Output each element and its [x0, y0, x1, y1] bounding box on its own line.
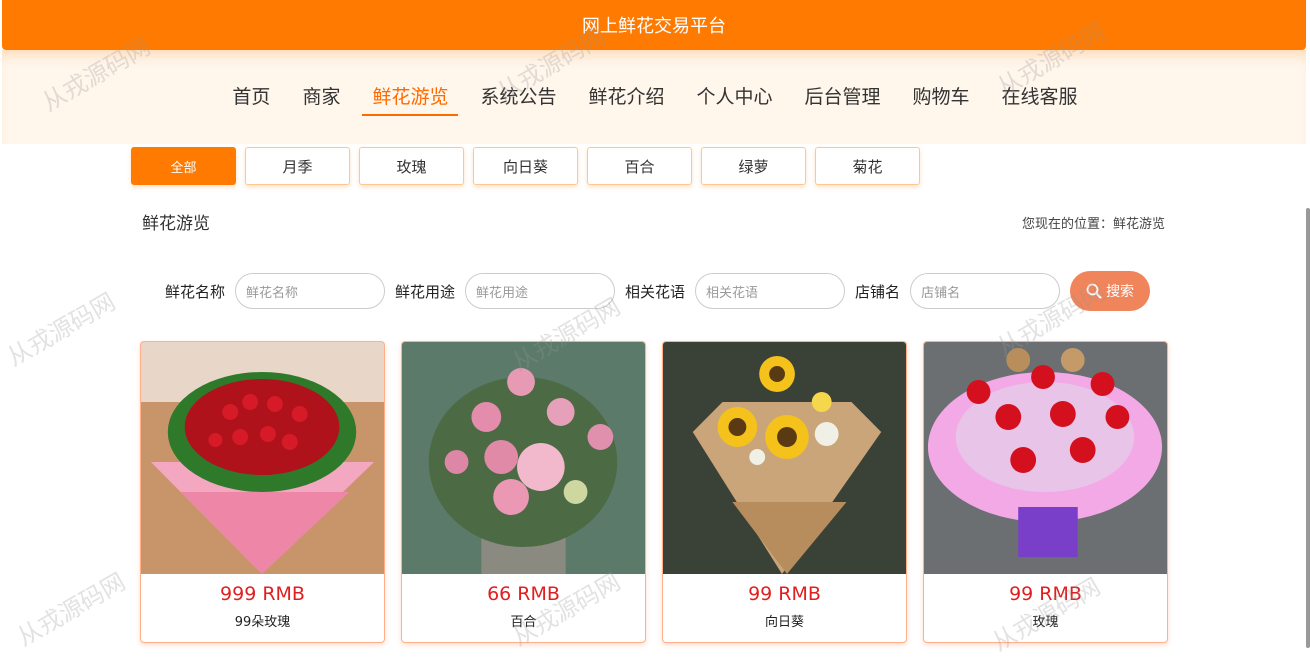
page-title: 鲜花游览	[142, 214, 210, 234]
flower-use-label: 鲜花用途	[395, 282, 456, 301]
product-price: 66 RMB	[487, 583, 560, 605]
category-rose-button[interactable]: 玫瑰	[359, 147, 464, 185]
category-sunflower-button[interactable]: 向日葵	[473, 147, 578, 185]
flower-language-input[interactable]: 相关花语	[695, 273, 846, 309]
product-name: 向日葵	[764, 615, 804, 630]
nav-item-merchants[interactable]: 商家	[292, 82, 350, 116]
watermark: 从戎源码网	[2, 287, 121, 372]
flower-use-input[interactable]: 鲜花用途	[465, 273, 616, 309]
category-chrysanthemum-button[interactable]: 菊花	[815, 147, 920, 185]
product-name: 99朵玫瑰	[234, 615, 291, 630]
category-lily-button[interactable]: 百合	[587, 147, 692, 185]
search-button[interactable]: 搜索	[1070, 271, 1151, 311]
nav-item-cart[interactable]: 购物车	[903, 82, 980, 116]
search-bar: 鲜花名称 鲜花名称 鲜花用途 鲜花用途 相关花语 相关花语 店铺名 店铺名 搜索	[165, 271, 1151, 311]
site-header: 网上鲜花交易平台	[2, 0, 1306, 50]
category-filter: 全部 月季 玫瑰 向日葵 百合 绿萝 菊花	[131, 147, 920, 185]
product-price: 99 RMB	[1009, 583, 1082, 605]
product-card[interactable]: 99 RMB 玫瑰	[923, 341, 1168, 643]
watermark: 从戎源码网	[12, 567, 131, 652]
category-pothos-button[interactable]: 绿萝	[701, 147, 806, 185]
rose-bouquet-bears-image	[924, 342, 1167, 574]
sunflower-bouquet-image	[663, 342, 906, 574]
flower-name-label: 鲜花名称	[165, 282, 226, 301]
product-grid: 999 RMB 99朵玫瑰 66 RMB 百合 99 RMB 向日葵 99 RM…	[140, 341, 1168, 643]
pink-flower-vase-image	[402, 342, 645, 574]
nav-item-home[interactable]: 首页	[222, 82, 280, 116]
nav-item-admin[interactable]: 后台管理	[795, 82, 891, 116]
page-scrollbar[interactable]	[1306, 208, 1310, 648]
product-name: 玫瑰	[1032, 615, 1059, 630]
category-all-button[interactable]: 全部	[131, 147, 236, 185]
breadcrumb: 您现在的位置：鲜花游览	[1021, 217, 1165, 232]
category-chinese-rose-button[interactable]: 月季	[245, 147, 350, 185]
product-name: 百合	[510, 615, 537, 630]
shop-name-input[interactable]: 店铺名	[910, 273, 1061, 309]
product-price: 99 RMB	[748, 583, 821, 605]
main-nav: 首页 商家 鲜花游览 系统公告 鲜花介绍 个人中心 后台管理 购物车 在线客服	[0, 82, 1310, 116]
search-button-label: 搜索	[1106, 284, 1135, 300]
nav-item-support[interactable]: 在线客服	[992, 82, 1088, 116]
nav-item-browse-flowers[interactable]: 鲜花游览	[362, 82, 459, 116]
nav-item-flower-intro[interactable]: 鲜花介绍	[578, 82, 674, 116]
nav-item-personal-center[interactable]: 个人中心	[687, 82, 783, 116]
product-card[interactable]: 999 RMB 99朵玫瑰	[140, 341, 385, 643]
product-card[interactable]: 99 RMB 向日葵	[662, 341, 907, 643]
product-price: 999 RMB	[220, 583, 305, 605]
product-card[interactable]: 66 RMB 百合	[401, 341, 646, 643]
nav-item-announcements[interactable]: 系统公告	[470, 82, 566, 116]
flower-name-input[interactable]: 鲜花名称	[235, 273, 386, 309]
shop-name-label: 店铺名	[855, 282, 901, 301]
red-rose-bouquet-image	[141, 342, 384, 574]
search-icon	[1086, 283, 1102, 299]
flower-language-label: 相关花语	[625, 282, 686, 301]
site-title: 网上鲜花交易平台	[582, 16, 726, 37]
